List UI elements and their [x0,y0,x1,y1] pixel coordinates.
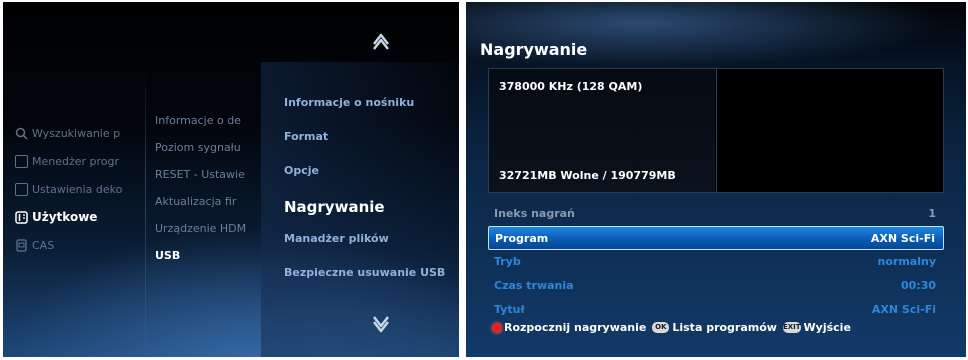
menu-screen: Wyszukiwanie p Menedżer progr Ustawienia… [3,2,459,357]
main-menu-item-utilities[interactable]: Użytkowe [15,206,143,228]
usb-menu-item[interactable]: Opcje [284,164,454,198]
row-label: Czas trwania [494,279,574,292]
usb-menu-item[interactable]: Manadżer plików [284,232,454,266]
header-glow [466,2,966,72]
tv-icon [15,154,28,168]
row-value: 1 [928,207,936,220]
scroll-up-icon[interactable] [368,28,394,54]
recording-screen: Nagrywanie 378000 KHz (128 QAM) 32721MB … [466,2,966,357]
row-label: Program [495,232,549,245]
sub-menu: Informacje o de Poziom sygnału RESET - U… [155,114,255,276]
settings-icon [15,182,28,196]
sub-menu-item[interactable]: Poziom sygnału [155,141,255,168]
sub-menu-item[interactable]: RESET - Ustawie [155,168,255,195]
main-menu-label: Ustawienia deko [32,182,123,196]
main-menu-label: Menedżer progr [32,154,120,168]
row-label: Ineks nagrań [494,207,575,220]
settings-row-title[interactable]: Tytuł AXN Sci-Fi [488,298,944,322]
video-preview [716,69,943,192]
row-label: Tytuł [494,303,525,316]
recording-settings: Ineks nagrań 1 Program AXN Sci-Fi Tryb n… [488,202,944,322]
main-menu: Wyszukiwanie p Menedżer progr Ustawienia… [15,122,143,262]
start-recording-hint[interactable]: Rozpocznij nagrywanie [504,321,646,334]
settings-row-program[interactable]: Program AXN Sci-Fi [488,226,944,250]
card-icon [15,238,28,252]
usb-menu-item[interactable]: Format [284,130,454,164]
usb-menu-item[interactable]: Bezpieczne usuwanie USB [284,266,454,300]
sub-menu-item[interactable]: Aktualizacja fir [155,195,255,222]
frequency-text: 378000 KHz (128 QAM) [499,80,643,93]
usb-menu: Informacje o nośniku Format Opcje Nagryw… [284,96,454,300]
row-value: normalny [877,255,936,268]
sub-menu-item[interactable]: Urządzenie HDM [155,222,255,249]
page-title: Nagrywanie [480,40,588,59]
scroll-down-icon[interactable] [368,312,394,338]
row-value: AXN Sci-Fi [871,303,936,316]
exit-key-icon: EXIT [782,322,801,333]
sub-menu-item[interactable]: Informacje o de [155,114,255,141]
search-icon [15,127,28,140]
row-value: AXN Sci-Fi [870,232,935,245]
column-divider [145,62,146,349]
usb-menu-item[interactable]: Informacje o nośniku [284,96,454,130]
main-menu-item-decoder-settings[interactable]: Ustawienia deko [15,178,143,200]
main-menu-item-program-manager[interactable]: Menedżer progr [15,150,143,172]
main-menu-label: Wyszukiwanie p [32,126,121,140]
settings-row-duration[interactable]: Czas trwania 00:30 [488,274,944,298]
storage-text: 32721MB Wolne / 190779MB [499,169,676,182]
red-button-icon [492,322,502,333]
program-list-hint[interactable]: Lista programów [672,321,777,334]
row-value: 00:30 [900,279,936,292]
main-menu-item-cas[interactable]: CAS [15,234,143,256]
main-menu-label: Użytkowe [32,210,98,224]
main-menu-item-search[interactable]: Wyszukiwanie p [15,122,143,144]
settings-row-record-index[interactable]: Ineks nagrań 1 [488,202,944,226]
ok-key-icon: OK [652,322,670,333]
signal-info: 378000 KHz (128 QAM) 32721MB Wolne / 190… [489,69,715,192]
row-label: Tryb [494,255,521,268]
channel-info-panel: 378000 KHz (128 QAM) 32721MB Wolne / 190… [488,68,944,193]
main-menu-label: CAS [32,238,55,252]
sub-menu-item-usb[interactable]: USB [155,249,255,276]
usb-menu-item-recording[interactable]: Nagrywanie [284,198,454,232]
exit-hint[interactable]: Wyjście [804,321,851,334]
tools-icon [15,210,28,224]
button-hint-bar: Rozpocznij nagrywanie OK Lista programów… [492,321,851,334]
settings-row-mode[interactable]: Tryb normalny [488,250,944,274]
